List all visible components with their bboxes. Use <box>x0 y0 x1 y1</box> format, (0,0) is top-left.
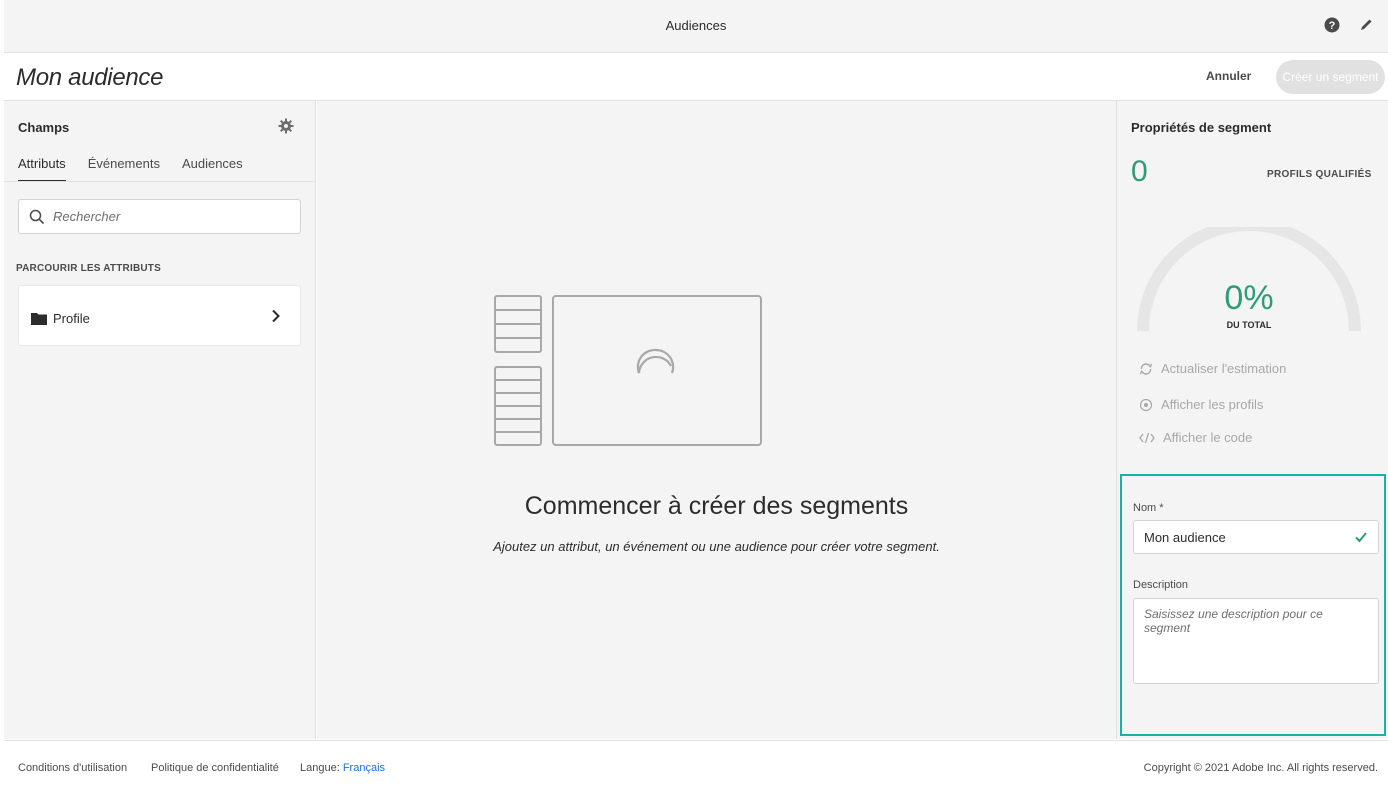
help-circle-icon[interactable]: ? <box>1322 15 1342 35</box>
percent-value: 0% <box>1224 279 1274 317</box>
name-input[interactable] <box>1144 529 1344 545</box>
empty-state-title: Commencer à créer des segments <box>524 492 909 520</box>
segment-details-form: Nom * Description <box>1120 474 1386 736</box>
app-title: Audiences <box>665 18 727 33</box>
checkmark-icon <box>1355 532 1367 543</box>
gear-icon[interactable] <box>278 118 294 139</box>
fields-tabs: Attributs Événements Audiences <box>18 156 243 182</box>
name-label: Nom * <box>1133 502 1164 514</box>
page-header: Mon audience Annuler Créer un segment <box>4 54 1388 101</box>
list-item-label: Profile <box>53 311 90 326</box>
qualified-profiles-label: PROFILS QUALIFIÉS <box>1267 169 1372 180</box>
page-title[interactable]: Mon audience <box>16 64 163 92</box>
view-profiles-label: Afficher les profils <box>1161 397 1264 412</box>
svg-text:?: ? <box>1329 20 1336 32</box>
fields-panel: Champs Attributs Événements Audiences Re… <box>4 101 316 739</box>
footer: Conditions d'utilisation Politique de co… <box>4 740 1388 794</box>
language-link[interactable]: Français <box>343 762 385 774</box>
description-field[interactable] <box>1133 598 1379 684</box>
segment-properties-title: Propriétés de segment <box>1131 120 1272 135</box>
terms-link[interactable]: Conditions d'utilisation <box>18 762 127 774</box>
refresh-icon <box>1139 362 1153 375</box>
tab-evenements[interactable]: Événements <box>88 156 160 182</box>
empty-state-subtitle: Ajoutez un attribut, un événement ou une… <box>493 539 940 554</box>
refresh-estimate-button[interactable]: Actualiser l'estimation <box>1139 361 1286 376</box>
description-label: Description <box>1133 579 1189 591</box>
view-code-button[interactable]: Afficher le code <box>1139 430 1252 445</box>
description-input[interactable] <box>1134 599 1378 683</box>
eye-icon <box>1139 398 1153 411</box>
list-item-profile[interactable]: Profile <box>18 285 301 346</box>
segment-canvas: Commencer à créer des segments Ajoutez u… <box>317 101 1116 739</box>
tab-attributs[interactable]: Attributs <box>18 156 66 182</box>
language-label: Langue: <box>300 762 340 774</box>
fields-panel-title: Champs <box>18 120 70 135</box>
privacy-link[interactable]: Politique de confidentialité <box>151 762 279 774</box>
qualified-profiles-count: 0 <box>1131 155 1148 188</box>
refresh-estimate-label: Actualiser l'estimation <box>1161 361 1287 376</box>
copyright: Copyright © 2021 Adobe Inc. All rights r… <box>1143 762 1378 774</box>
cancel-button[interactable]: Annuler <box>1206 69 1251 83</box>
search-icon <box>29 209 45 224</box>
tab-audiences[interactable]: Audiences <box>182 156 243 182</box>
percent-label: DU TOTAL <box>1226 320 1272 330</box>
tabs-divider <box>4 181 315 182</box>
search-input[interactable] <box>53 209 293 224</box>
pencil-icon[interactable] <box>1356 15 1376 35</box>
browse-attributes-label: PARCOURIR LES ATTRIBUTS <box>16 263 161 274</box>
segment-properties-panel: Propriétés de segment 0 PROFILS QUALIFIÉ… <box>1116 101 1388 739</box>
language-selector: Langue: Français <box>300 762 385 774</box>
view-code-label: Afficher le code <box>1163 430 1253 445</box>
create-segment-button[interactable]: Créer un segment <box>1276 60 1385 94</box>
chevron-right-icon <box>272 309 280 323</box>
view-profiles-button[interactable]: Afficher les profils <box>1139 397 1263 412</box>
name-field[interactable] <box>1133 520 1379 554</box>
search-field[interactable] <box>18 199 301 234</box>
top-bar: Audiences ? <box>4 0 1388 53</box>
empty-state-illustration <box>494 295 762 446</box>
code-icon <box>1139 432 1155 443</box>
folder-icon <box>31 313 47 325</box>
